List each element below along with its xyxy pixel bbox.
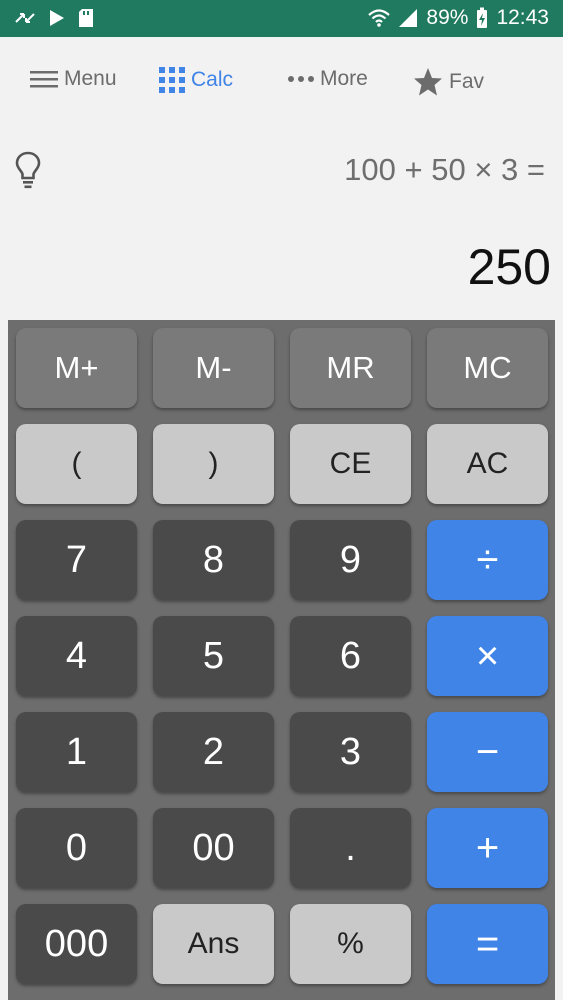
clock: 12:43 — [496, 6, 549, 29]
memory-recall-key[interactable]: MR — [290, 328, 411, 408]
play-store-icon — [50, 10, 64, 26]
digit-5-key[interactable]: 5 — [153, 616, 274, 696]
double-zero-key[interactable]: 00 — [153, 808, 274, 888]
memory-clear-key[interactable]: MC — [427, 328, 548, 408]
nav-more-label: More — [320, 67, 368, 90]
digit-8-key[interactable]: 8 — [153, 520, 274, 600]
sd-card-icon — [79, 9, 93, 27]
nav-more-button[interactable]: More — [288, 67, 368, 91]
nav-menu-label: Menu — [64, 67, 117, 90]
battery-percent: 89% — [426, 6, 469, 29]
status-bar: 89% 12:43 — [0, 0, 563, 37]
battery-charging-icon — [477, 7, 488, 28]
wifi-icon — [368, 9, 391, 27]
usb-transfer-icon — [15, 13, 35, 23]
memory-add-key[interactable]: M+ — [16, 328, 137, 408]
memory-subtract-key[interactable]: M- — [153, 328, 274, 408]
divide-key[interactable]: ÷ — [427, 520, 548, 600]
equals-key[interactable]: = — [427, 904, 548, 984]
subtract-key[interactable]: − — [427, 712, 548, 792]
answer-key[interactable]: Ans — [153, 904, 274, 984]
signal-icon — [399, 9, 418, 27]
clear-entry-key[interactable]: CE — [290, 424, 411, 504]
nav-calc-label: Calc — [191, 68, 234, 91]
expression-display: 100 + 50 × 3 = — [344, 152, 545, 187]
keypad: M+ M- MR MC ( ) CE AC 7 8 9 ÷ 4 5 6 × 1 … — [8, 320, 555, 1000]
left-paren-key[interactable]: ( — [16, 424, 137, 504]
digit-6-key[interactable]: 6 — [290, 616, 411, 696]
nav-menu-button[interactable]: Menu — [30, 67, 117, 91]
star-icon — [414, 68, 442, 96]
multiply-key[interactable]: × — [427, 616, 548, 696]
digit-3-key[interactable]: 3 — [290, 712, 411, 792]
top-navigation: Menu Calc More Fav — [0, 37, 563, 127]
digit-2-key[interactable]: 2 — [153, 712, 274, 792]
nav-calc-button[interactable]: Calc — [159, 67, 233, 93]
result-display: 250 — [467, 239, 551, 295]
digit-7-key[interactable]: 7 — [16, 520, 137, 600]
triple-zero-key[interactable]: 000 — [16, 904, 137, 984]
digit-9-key[interactable]: 9 — [290, 520, 411, 600]
status-bar-left-icons — [14, 8, 94, 28]
digit-1-key[interactable]: 1 — [16, 712, 137, 792]
keypad-grid-icon — [159, 67, 185, 93]
right-paren-key[interactable]: ) — [153, 424, 274, 504]
more-dots-icon — [288, 76, 314, 82]
nav-fav-label: Fav — [449, 70, 485, 93]
digit-0-key[interactable]: 0 — [16, 808, 137, 888]
status-bar-right: 89% 12:43 — [368, 6, 549, 30]
all-clear-key[interactable]: AC — [427, 424, 548, 504]
percent-key[interactable]: % — [290, 904, 411, 984]
decimal-point-key[interactable]: . — [290, 808, 411, 888]
lightbulb-hint-icon[interactable] — [14, 150, 42, 190]
hamburger-menu-icon — [30, 71, 58, 88]
digit-4-key[interactable]: 4 — [16, 616, 137, 696]
nav-fav-button[interactable]: Fav — [413, 67, 484, 97]
add-key[interactable]: + — [427, 808, 548, 888]
